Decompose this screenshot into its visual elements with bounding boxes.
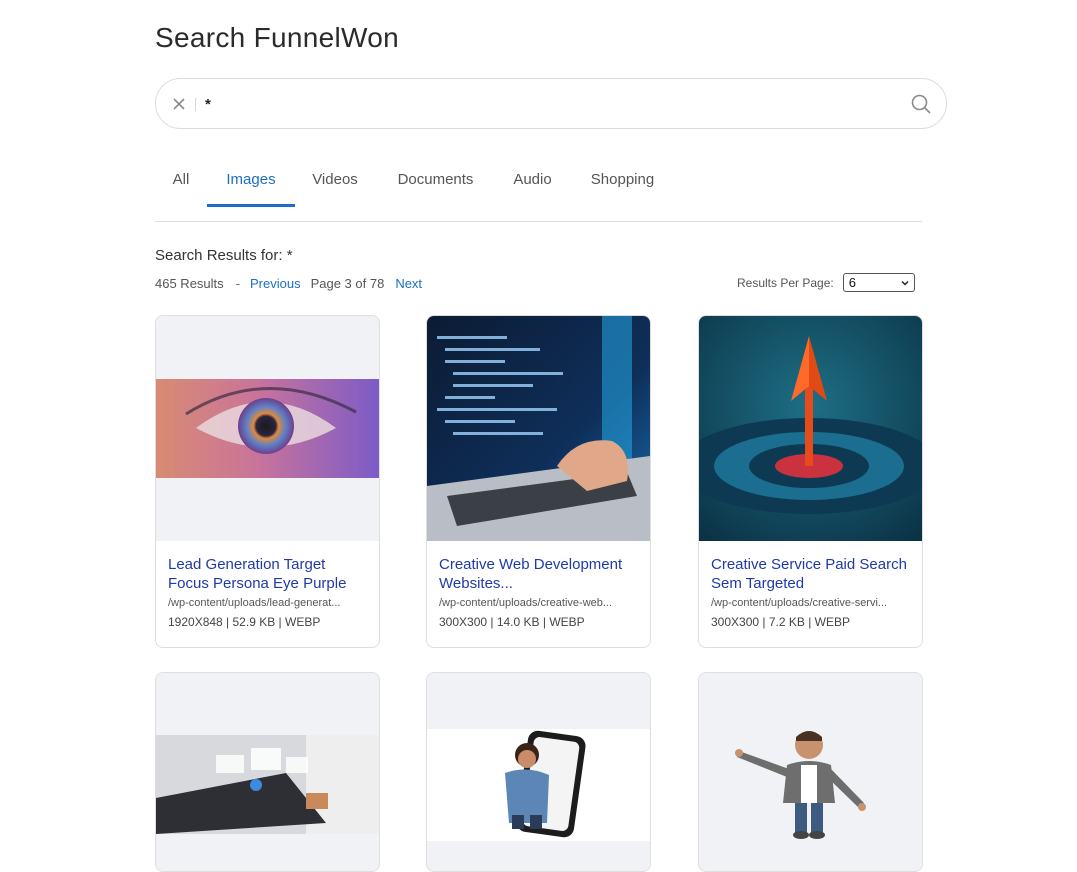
result-thumbnail[interactable]: [156, 316, 379, 541]
previous-link[interactable]: Previous: [250, 276, 301, 291]
pagination-separator: -: [235, 275, 240, 291]
search-divider: [195, 98, 196, 111]
result-info: 300X300 | 7.2 KB | WEBP: [711, 615, 850, 629]
result-card[interactable]: Lead Generation Target Focus Persona Eye…: [155, 315, 380, 648]
page-title: Search FunnelWon: [155, 22, 399, 53]
result-thumbnail[interactable]: [156, 673, 379, 871]
result-card[interactable]: Creative Web Development Websites... /wp…: [426, 315, 651, 648]
result-path: /wp-content/uploads/lead-generat...: [168, 597, 341, 609]
result-thumbnail[interactable]: [699, 316, 922, 541]
result-thumbnail[interactable]: [427, 316, 650, 541]
tab-audio[interactable]: Audio: [506, 160, 559, 207]
result-info: 300X300 | 14.0 KB | WEBP: [439, 615, 585, 629]
result-title[interactable]: Creative Service Paid Search Sem Targete…: [711, 555, 910, 593]
search-icon[interactable]: [910, 93, 932, 115]
search-input[interactable]: [205, 91, 895, 117]
result-tabs: All Images Videos Documents Audio Shoppi…: [155, 160, 922, 222]
chevron-down-icon: [901, 280, 909, 286]
result-title[interactable]: Lead Generation Target Focus Persona Eye…: [168, 555, 367, 593]
per-page-select[interactable]: 6: [842, 273, 915, 292]
result-card[interactable]: [426, 672, 651, 872]
results-heading: Search Results for: *: [155, 247, 293, 264]
next-link[interactable]: Next: [395, 276, 422, 291]
result-title[interactable]: Creative Web Development Websites...: [439, 555, 638, 593]
search-bar: [155, 78, 947, 129]
result-count: 465 Results: [155, 275, 224, 291]
per-page-label: Results Per Page:: [737, 275, 834, 290]
girl-phone-image: [427, 673, 650, 871]
eye-image: [156, 316, 379, 541]
pagination: 465 Results - Previous Page 3 of 78 Next: [155, 275, 422, 291]
result-thumbnail[interactable]: [699, 673, 922, 871]
tab-shopping[interactable]: Shopping: [582, 160, 663, 207]
pointing-man-image: [699, 673, 922, 871]
page-indicator: Page 3 of 78: [310, 275, 385, 291]
result-card[interactable]: Creative Service Paid Search Sem Targete…: [698, 315, 923, 648]
tab-videos[interactable]: Videos: [306, 160, 364, 207]
results-per-page: Results Per Page: 6: [737, 273, 915, 292]
tab-documents[interactable]: Documents: [387, 160, 484, 207]
per-page-value: 6: [848, 275, 856, 290]
laptop-code-image: [427, 316, 650, 541]
tab-images[interactable]: Images: [207, 160, 295, 207]
result-path: /wp-content/uploads/creative-web...: [439, 597, 613, 609]
tab-all[interactable]: All: [162, 160, 200, 207]
dart-target-image: [699, 316, 922, 541]
laptop-analytics-image: [156, 673, 379, 871]
result-path: /wp-content/uploads/creative-servi...: [711, 597, 888, 609]
result-card[interactable]: [155, 672, 380, 872]
result-thumbnail[interactable]: [427, 673, 650, 871]
close-icon[interactable]: [170, 95, 188, 113]
result-card[interactable]: [698, 672, 923, 872]
result-info: 1920X848 | 52.9 KB | WEBP: [168, 615, 321, 629]
